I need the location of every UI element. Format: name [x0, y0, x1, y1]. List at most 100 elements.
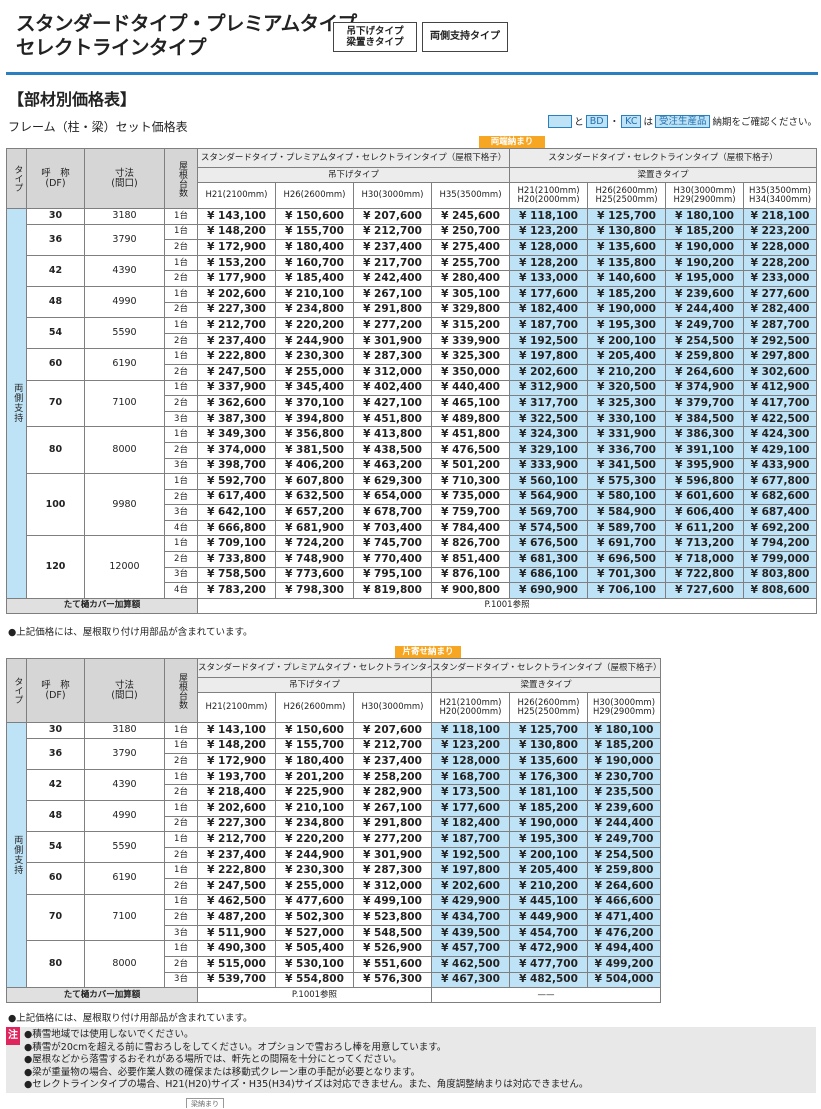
price-cell: ¥ 245,600: [430, 208, 511, 225]
price-cell: ¥ 128,200: [509, 254, 589, 272]
price-cell: ¥ 305,100: [430, 285, 511, 303]
price-cell: ¥ 148,200: [197, 223, 276, 241]
row-name: 48: [26, 285, 85, 319]
price-cell: ¥ 182,400: [509, 301, 589, 319]
price-cell: ¥ 282,900: [353, 784, 432, 801]
row-count: 2台: [164, 270, 198, 287]
price-cell: ¥ 657,200: [275, 504, 354, 521]
price-cell: ¥ 324,300: [509, 426, 589, 443]
price-cell: ¥ 607,800: [275, 473, 354, 490]
price-cell: ¥ 123,200: [509, 223, 589, 241]
price-cell: ¥ 172,900: [197, 753, 276, 770]
row-count: 4台: [164, 582, 198, 599]
row-count: 1台: [164, 737, 198, 755]
price-cell: ¥ 696,500: [587, 551, 667, 568]
price-cell: ¥ 462,500: [197, 893, 276, 911]
price-cell: ¥ 589,700: [587, 519, 667, 537]
table-row: 両側支持 30 3180 1台 ¥ 143,100 ¥ 150,600 ¥ 207,600 ¥…: [6, 208, 818, 599]
price-cell: ¥ 210,200: [587, 363, 667, 381]
price-cell: ¥ 876,100: [430, 566, 511, 584]
price-cell: ¥ 322,500: [509, 410, 589, 428]
price-cell: ¥ 329,100: [509, 441, 589, 459]
price-cell: ¥ 724,200: [275, 535, 354, 553]
price-cell: ¥ 499,200: [586, 955, 662, 973]
price-cell: ¥ 128,000: [431, 753, 510, 770]
price-cell: ¥ 654,000: [353, 488, 432, 506]
row-count: 2台: [164, 488, 198, 506]
price-cell: ¥ 185,200: [665, 223, 745, 241]
price-cell: ¥ 718,000: [665, 551, 745, 568]
price-cell: ¥ 244,400: [665, 301, 745, 319]
table-row: 54 5590 1台 ¥ 212,700 ¥ 220,200 ¥ 277,200 ¥ 315…: [7, 317, 818, 350]
table-row: 80 8000 1台 ¥ 349,300 ¥ 356,800 ¥ 413,800 ¥ 451…: [7, 426, 818, 475]
price-cell: ¥ 218,100: [743, 208, 818, 225]
row-count: 2台: [164, 784, 198, 801]
price-cell: ¥ 748,900: [275, 551, 354, 568]
price-cell: ¥ 449,900: [509, 909, 588, 926]
row-name: 54: [26, 317, 85, 350]
price-cell: ¥ 277,200: [353, 317, 432, 334]
price-cell: ¥ 384,500: [665, 410, 745, 428]
row-count: 1台: [164, 317, 198, 334]
row-count: 1台: [164, 208, 198, 225]
price-cell: ¥ 264,600: [665, 363, 745, 381]
price-cell: ¥ 472,900: [509, 940, 588, 957]
height-header-2: H30(3000mm) H29(2900mm): [586, 692, 662, 723]
row-count: 4台: [164, 519, 198, 537]
price-cell: ¥ 150,600: [275, 722, 354, 739]
row-count: 2台: [164, 441, 198, 459]
price-cell: ¥ 406,200: [275, 457, 354, 475]
table-row: 100 9980 1台 ¥ 592,700 ¥ 607,800 ¥ 629,300 ¥ 71…: [7, 473, 818, 537]
price-cell: ¥ 292,500: [743, 332, 818, 350]
row-name: 70: [26, 893, 85, 942]
price-cell: ¥ 254,500: [665, 332, 745, 350]
price-cell: ¥ 118,100: [509, 208, 589, 225]
price-cell: ¥ 222,800: [197, 862, 276, 879]
price-cell: ¥ 515,000: [197, 955, 276, 973]
price-cell: ¥ 201,200: [275, 768, 354, 786]
table-row: 120 12000 1台 ¥ 709,100 ¥ 724,200 ¥ 745,700 ¥ 8…: [7, 535, 818, 599]
price-cell: ¥ 391,100: [665, 441, 745, 459]
col-size: 寸法 (間口): [84, 148, 165, 209]
price-cell: ¥ 277,200: [353, 831, 432, 848]
row-name: 36: [26, 737, 85, 770]
price-cell: ¥ 398,700: [197, 457, 276, 475]
row-count: 2台: [164, 877, 198, 895]
price-cell: ¥ 438,500: [353, 441, 432, 459]
price-cell: ¥ 218,400: [197, 784, 276, 801]
price-cell: ¥ 227,300: [197, 301, 276, 319]
price-cell: ¥ 471,400: [586, 909, 662, 926]
col-count: 屋根台数: [164, 658, 198, 723]
price-cell: ¥ 424,300: [743, 426, 818, 443]
price-cell: ¥ 239,600: [586, 799, 662, 817]
price-cell: ¥ 462,500: [431, 955, 510, 973]
price-cell: ¥ 190,000: [586, 753, 662, 770]
price-cell: ¥ 210,200: [509, 877, 588, 895]
price-cell: ¥ 457,700: [431, 940, 510, 957]
price-cell: ¥ 280,400: [430, 270, 511, 287]
row-name: 60: [26, 862, 85, 895]
price-cell: ¥ 451,800: [430, 426, 511, 443]
price-cell: ¥ 143,100: [197, 722, 276, 739]
price-cell: ¥ 168,700: [431, 768, 510, 786]
price-cell: ¥ 722,800: [665, 566, 745, 584]
price-cell: ¥ 291,800: [353, 301, 432, 319]
price-cell: ¥ 155,700: [275, 223, 354, 241]
price-cell: ¥ 320,500: [587, 379, 667, 397]
price-cell: ¥ 135,800: [587, 254, 667, 272]
price-cell: ¥ 287,700: [743, 317, 818, 334]
price-cell: ¥ 212,700: [197, 831, 276, 848]
price-cell: ¥ 539,700: [197, 971, 276, 989]
price-cell: ¥ 267,100: [353, 285, 432, 303]
price-cell: ¥ 180,100: [586, 722, 662, 739]
row-name: 120: [26, 535, 85, 599]
group-left: スタンダードタイプ・プレミアムタイプ・セレクトラインタイプ（屋根下格子）: [197, 658, 432, 678]
price-cell: ¥ 228,000: [743, 239, 818, 256]
price-cell: ¥ 237,400: [353, 753, 432, 770]
price-cell: ¥ 180,100: [665, 208, 745, 225]
badge-one-side: 片寄せ納まり: [395, 646, 461, 658]
price-cell: ¥ 345,400: [275, 379, 354, 397]
price-cell: ¥ 220,200: [275, 831, 354, 848]
price-cell: ¥ 244,400: [586, 815, 662, 833]
footnote-2: ●上記価格には、屋根取り付け用部品が含まれています。: [8, 1013, 253, 1024]
